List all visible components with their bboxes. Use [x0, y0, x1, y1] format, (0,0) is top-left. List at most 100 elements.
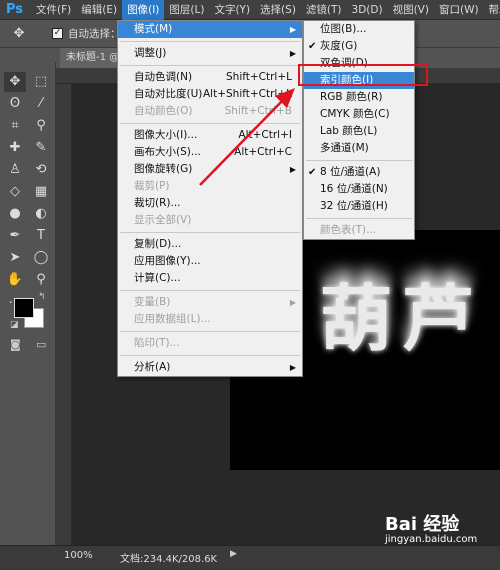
mode-menu-item[interactable]: RGB 颜色(R) — [304, 89, 414, 106]
path-select-icon[interactable]: ➤ — [4, 248, 26, 268]
image-menu-item: 应用数据组(L)... — [118, 311, 302, 328]
type-icon[interactable]: T — [30, 226, 52, 246]
menu-edit[interactable]: 编辑(E) — [76, 0, 122, 20]
menu-layer[interactable]: 图层(L) — [164, 0, 209, 20]
menu-item-label: 裁剪(P) — [134, 180, 170, 192]
menu-item-label: 调整(J) — [134, 47, 167, 59]
menu-item-label: 灰度(G) — [320, 40, 358, 52]
image-menu-item[interactable]: 应用图像(Y)... — [118, 253, 302, 270]
submenu-arrow-icon: ▶ — [289, 49, 296, 58]
menu-item-label: 变量(B) — [134, 296, 171, 308]
move-icon[interactable]: ✥ — [4, 72, 26, 92]
marquee-icon[interactable]: ⬚ — [30, 72, 52, 92]
mode-menu-item[interactable]: Lab 颜色(L) — [304, 123, 414, 140]
image-menu-item[interactable]: 计算(C)... — [118, 270, 302, 287]
menu-item-shortcut: Alt+Shift+Ctrl+L — [202, 88, 292, 100]
menu-item-label: 计算(C)... — [134, 272, 181, 284]
submenu-arrow-icon: ▶ — [289, 298, 296, 307]
stamp-icon[interactable]: ♙ — [4, 160, 26, 180]
move-tool-icon[interactable]: ✥ — [6, 24, 32, 44]
annotation-highlight-box — [298, 64, 428, 86]
menu-item-label: 32 位/通道(H) — [320, 200, 388, 212]
blur-icon[interactable]: ● — [4, 204, 26, 224]
menu-item-label: 自动对比度(U) — [134, 88, 203, 100]
image-menu-item[interactable]: 画布大小(S)... Alt+Ctrl+C — [118, 144, 302, 161]
document-tab[interactable]: 未标题-1 @ — [60, 48, 120, 68]
mode-menu-item[interactable]: 多通道(M) — [304, 140, 414, 157]
image-menu-item[interactable]: 复制(D)... — [118, 236, 302, 253]
hand-icon[interactable]: ✋ — [4, 270, 26, 290]
eyedropper-icon[interactable]: ⚲ — [30, 116, 52, 136]
menu-item-shortcut: Alt+Ctrl+I — [238, 129, 292, 141]
eraser-icon[interactable]: ◇ — [4, 182, 26, 202]
image-menu-item: 陷印(T)... — [118, 335, 302, 352]
gradient-icon[interactable]: ▦ — [30, 182, 52, 202]
menu-select[interactable]: 选择(S) — [255, 0, 301, 20]
dodge-icon[interactable]: ◐ — [30, 204, 52, 224]
image-menu-item[interactable]: 模式(M) ▶ — [118, 21, 302, 38]
pen-icon[interactable]: ✒ — [4, 226, 26, 246]
zoom-level[interactable]: 100% — [64, 550, 93, 561]
auto-select-checkbox[interactable]: ✓ — [52, 28, 63, 39]
menu-image[interactable]: 图像(I) — [122, 0, 165, 20]
foreground-color-swatch[interactable] — [14, 298, 34, 318]
menu-item-label: 多通道(M) — [320, 142, 369, 154]
mode-menu-item: 颜色表(T)... — [304, 222, 414, 239]
mode-menu-item[interactable]: CMYK 颜色(C) — [304, 106, 414, 123]
menu-separator — [120, 65, 300, 66]
submenu-arrow-icon: ▶ — [289, 165, 296, 174]
history-brush-icon[interactable]: ⟲ — [30, 160, 52, 180]
status-arrow-icon[interactable]: ▶ — [230, 549, 237, 559]
menu-item-label: 颜色表(T)... — [320, 224, 377, 236]
menu-file[interactable]: 文件(F) — [31, 0, 76, 20]
image-menu-item[interactable]: 裁切(R)... — [118, 195, 302, 212]
screen-mode-icon[interactable]: ▭ — [36, 338, 46, 351]
image-menu-item[interactable]: 图像旋转(G) ▶ — [118, 161, 302, 178]
image-menu-item[interactable]: 分析(A) ▶ — [118, 359, 302, 376]
mode-menu-item[interactable]: 16 位/通道(N) — [304, 181, 414, 198]
menu-item-label: 位图(B)... — [320, 23, 367, 35]
menu-item-shortcut: Shift+Ctrl+L — [226, 71, 292, 83]
baidu-watermark: Bai 经验 jingyan.baidu.com — [385, 510, 500, 550]
lasso-icon[interactable]: ʘ — [4, 94, 26, 114]
mode-menu-item[interactable]: 位图(B)... — [304, 21, 414, 38]
menu-item-shortcut: Shift+Ctrl+B — [224, 105, 292, 117]
image-menu-item[interactable]: 自动对比度(U) Alt+Shift+Ctrl+L — [118, 86, 302, 103]
healing-brush-icon[interactable]: ✚ — [4, 138, 26, 158]
menu-item-label: 陷印(T)... — [134, 337, 180, 349]
menu-item-label: 模式(M) — [134, 23, 173, 35]
vertical-ruler — [56, 84, 72, 545]
menu-separator — [120, 41, 300, 42]
menu-separator — [120, 232, 300, 233]
menu-view[interactable]: 视图(V) — [388, 0, 434, 20]
image-menu-item[interactable]: 自动色调(N) Shift+Ctrl+L — [118, 69, 302, 86]
zoom-icon[interactable]: ⚲ — [30, 270, 52, 290]
menu-filter[interactable]: 滤镜(T) — [301, 0, 347, 20]
ellipse-icon[interactable]: ◯ — [30, 248, 52, 268]
brush-icon[interactable]: ✎ — [30, 138, 52, 158]
menu-item-label: RGB 颜色(R) — [320, 91, 383, 103]
mode-menu-item[interactable]: ✔ 8 位/通道(A) — [304, 164, 414, 181]
menu-item-label: 自动色调(N) — [134, 71, 193, 83]
fire-text-layer: 葫芦 — [320, 276, 485, 361]
menu-item-label: 应用图像(Y)... — [134, 255, 201, 267]
menu-item-label: 8 位/通道(A) — [320, 166, 381, 178]
menu-separator — [120, 355, 300, 356]
crop-icon[interactable]: ⌗ — [4, 116, 26, 136]
quick-mask-icon[interactable]: ◙ — [10, 338, 21, 351]
menu-3d[interactable]: 3D(D) — [347, 0, 388, 20]
image-menu-item[interactable]: 图像大小(I)... Alt+Ctrl+I — [118, 127, 302, 144]
menu-help[interactable]: 帮助 — [484, 0, 500, 20]
mode-menu-item[interactable]: ✔ 灰度(G) — [304, 38, 414, 55]
default-colors-icon[interactable]: ◪ — [10, 320, 19, 330]
menu-type[interactable]: 文字(Y) — [209, 0, 255, 20]
menu-separator — [120, 123, 300, 124]
magic-wand-icon[interactable]: ⁄ — [30, 94, 52, 114]
mode-menu-item[interactable]: 32 位/通道(H) — [304, 198, 414, 215]
menu-separator — [306, 218, 412, 219]
menu-item-label: 画布大小(S)... — [134, 146, 201, 158]
image-menu-item[interactable]: 调整(J) ▶ — [118, 45, 302, 62]
menu-separator — [306, 160, 412, 161]
menu-window[interactable]: 窗口(W) — [434, 0, 484, 20]
swap-colors-icon[interactable]: ↰ — [38, 292, 46, 302]
